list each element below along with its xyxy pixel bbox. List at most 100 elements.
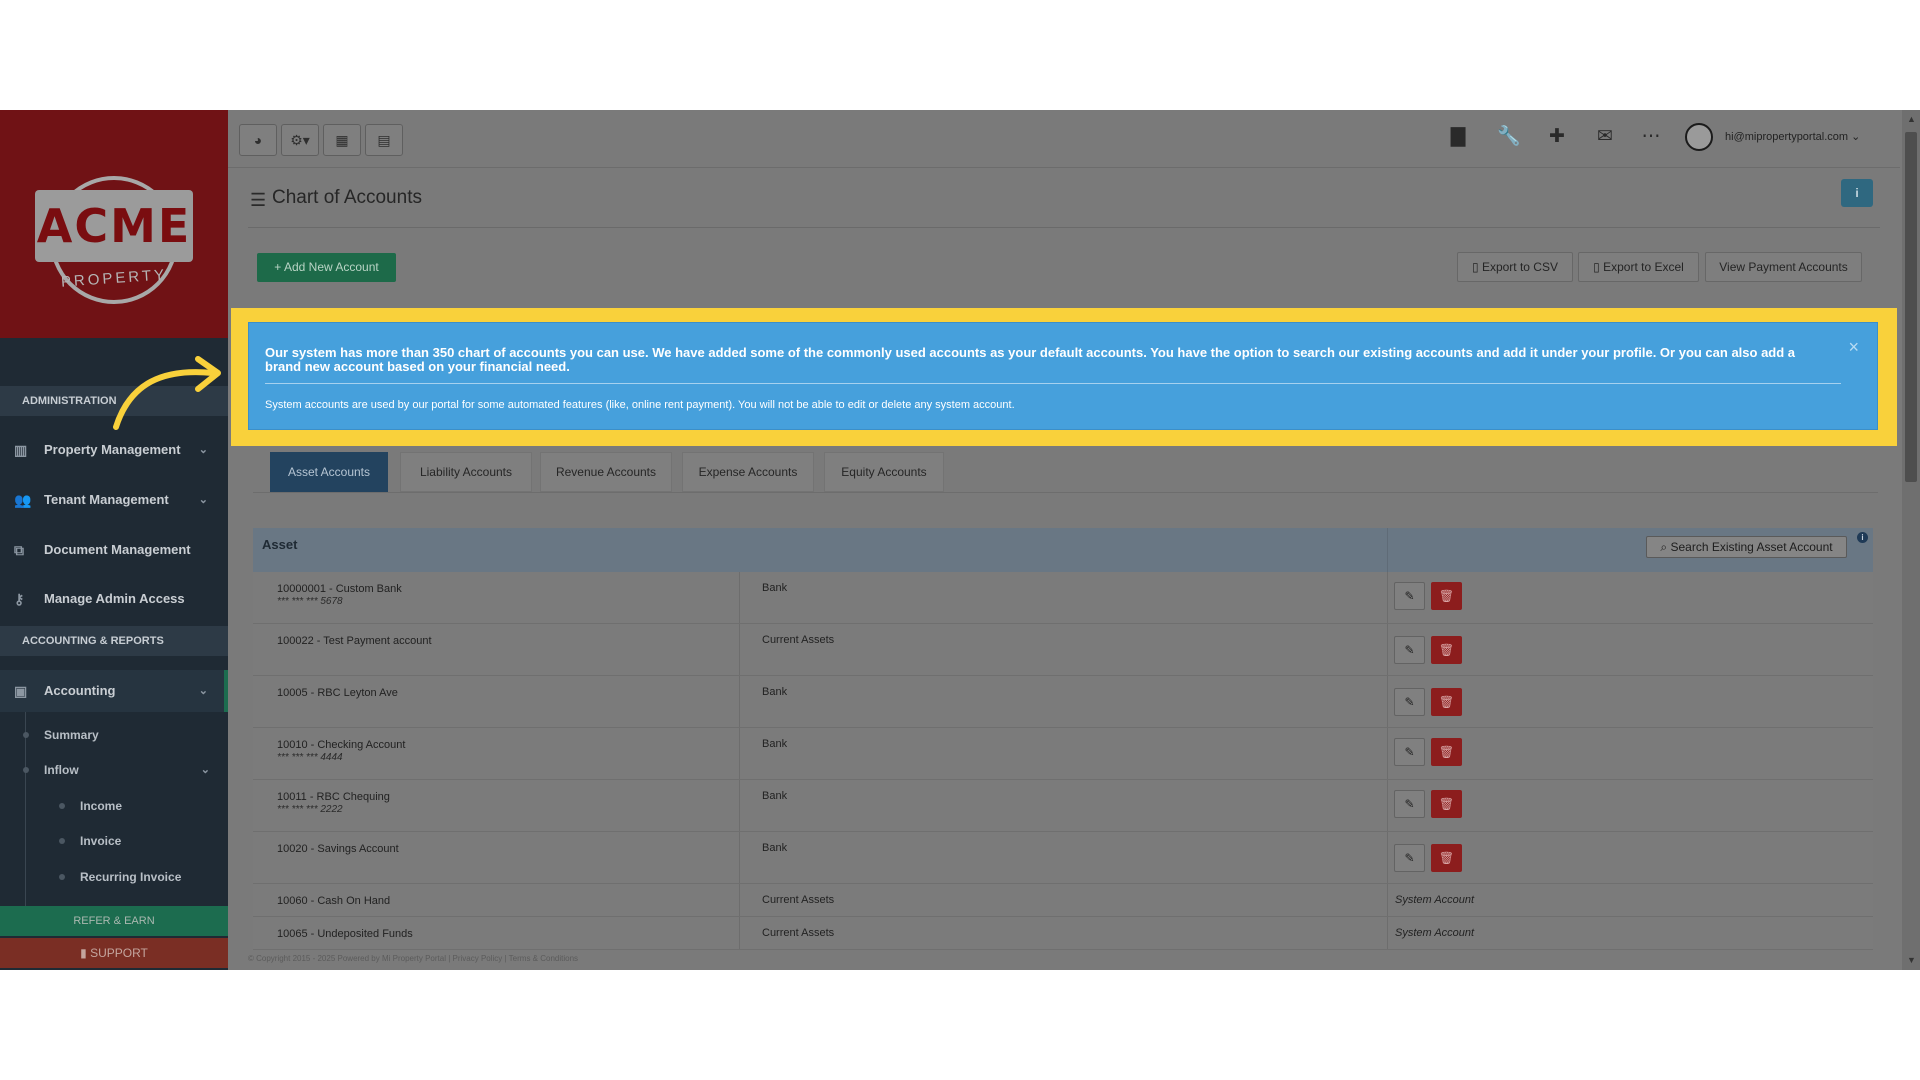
column-divider — [1387, 917, 1388, 949]
column-divider — [1387, 528, 1388, 572]
add-new-account-button[interactable]: + Add New Account — [257, 253, 396, 282]
info-button[interactable]: i — [1841, 179, 1873, 207]
pencil-icon: ✎ — [1404, 695, 1415, 709]
sidebar-subitem-summary[interactable]: Summary — [0, 718, 228, 752]
sidebar-subitem-invoice[interactable]: Invoice — [0, 824, 228, 858]
more-icon[interactable]: ⋯ — [1638, 124, 1664, 150]
money-icon: ▣ — [14, 683, 28, 699]
table-row: 10011 - RBC Chequing *** *** *** 2222 Ba… — [253, 780, 1873, 832]
reports-icon[interactable]: ▇ — [1445, 124, 1471, 150]
delete-button[interactable]: 🗑 — [1431, 790, 1462, 818]
plus-icon[interactable]: ✚ — [1544, 124, 1570, 150]
scroll-down-icon[interactable]: ▼ — [1907, 955, 1916, 965]
sidebar-item-property-management[interactable]: ▥ Property Management ⌄ — [0, 428, 228, 472]
tab-equity-accounts[interactable]: Equity Accounts — [824, 452, 944, 492]
sidebar-item-tenant-management[interactable]: 👥 Tenant Management ⌄ — [0, 478, 228, 522]
column-divider — [739, 728, 740, 779]
trash-icon: 🗑 — [1438, 589, 1455, 603]
table-row: 10065 - Undeposited Funds Current Assets… — [253, 917, 1873, 950]
scroll-up-icon[interactable]: ▲ — [1907, 114, 1916, 124]
section-accounting-reports: ACCOUNTING & REPORTS — [0, 626, 228, 656]
account-type: Bank — [762, 582, 788, 594]
system-account-label: System Account — [1395, 927, 1475, 939]
trash-icon: 🗑 — [1438, 745, 1455, 759]
sidebar-item-label: Property Management — [44, 442, 181, 457]
tab-asset-accounts[interactable]: Asset Accounts — [270, 452, 388, 492]
scrollbar-thumb[interactable] — [1905, 132, 1917, 482]
account-name: 10010 - Checking Account — [277, 739, 406, 751]
account-name: 10011 - RBC Chequing — [277, 791, 390, 803]
settings-button[interactable]: ⚙▾ — [281, 124, 319, 156]
pencil-icon: ✎ — [1404, 643, 1415, 657]
chevron-down-icon: ⌄ — [198, 444, 208, 456]
delete-button[interactable]: 🗑 — [1431, 582, 1462, 610]
close-icon[interactable]: × — [1848, 337, 1859, 358]
edit-button[interactable]: ✎ — [1394, 582, 1425, 610]
export-excel-button[interactable]: ▯ Export to Excel — [1578, 252, 1699, 282]
table-row: 10000001 - Custom Bank *** *** *** 5678 … — [253, 572, 1873, 624]
column-divider — [1387, 780, 1388, 831]
logo[interactable]: ACME PROPERTY — [0, 110, 228, 338]
account-type: Bank — [762, 738, 788, 750]
trash-icon: 🗑 — [1438, 797, 1455, 811]
arrow-pointer-icon — [113, 356, 221, 430]
sidebar-subitem-income[interactable]: Income — [0, 789, 228, 823]
calculator-button[interactable]: ▤ — [365, 124, 403, 156]
account-type: Current Assets — [762, 634, 835, 646]
edit-button[interactable]: ✎ — [1394, 738, 1425, 766]
table-header: Asset ⌕ Search Existing Asset Account i — [253, 528, 1873, 572]
wrench-icon[interactable]: 🔧 — [1496, 124, 1522, 150]
tab-liability-accounts[interactable]: Liability Accounts — [400, 452, 532, 492]
column-divider — [1387, 572, 1388, 623]
delete-button[interactable]: 🗑 — [1431, 844, 1462, 872]
page-title: Chart of Accounts — [272, 187, 422, 208]
column-divider — [1387, 728, 1388, 779]
search-existing-asset-button[interactable]: ⌕ Search Existing Asset Account — [1646, 536, 1847, 558]
avatar[interactable] — [1685, 123, 1713, 151]
edit-button[interactable]: ✎ — [1394, 688, 1425, 716]
user-menu[interactable]: hi@mipropertyportal.com ⌄ — [1725, 130, 1860, 143]
calendar-button[interactable]: ▦ — [323, 124, 361, 156]
chevron-down-icon: ⌄ — [198, 494, 208, 506]
tree-dot — [59, 838, 65, 844]
support-button[interactable]: ▮ SUPPORT — [0, 938, 228, 968]
sidebar-subitem-recurring-invoice[interactable]: Recurring Invoice — [0, 860, 228, 894]
delete-button[interactable]: 🗑 — [1431, 688, 1462, 716]
tab-revenue-accounts[interactable]: Revenue Accounts — [540, 452, 672, 492]
sidebar-subitem-inflow[interactable]: Inflow ⌄ — [0, 753, 228, 787]
account-name: 10020 - Savings Account — [277, 843, 399, 855]
sidebar-item-manage-admin-access[interactable]: ⚷ Manage Admin Access — [0, 577, 228, 621]
key-icon: ⚷ — [14, 591, 25, 607]
sidebar-item-document-management[interactable]: ⧉ Document Management — [0, 528, 228, 572]
edit-button[interactable]: ✎ — [1394, 790, 1425, 818]
refer-earn-button[interactable]: REFER & EARN — [0, 906, 228, 936]
export-csv-button[interactable]: ▯ Export to CSV — [1457, 252, 1573, 282]
edit-button[interactable]: ✎ — [1394, 636, 1425, 664]
file-icon: ▯ — [1472, 260, 1479, 274]
view-payment-accounts-button[interactable]: View Payment Accounts — [1705, 252, 1862, 282]
app-window: ACME PROPERTY ADMINISTRATION ▥ Property … — [0, 110, 1920, 970]
tree-dot — [23, 767, 29, 773]
table-row: 10010 - Checking Account *** *** *** 444… — [253, 728, 1873, 780]
scrollbar[interactable]: ▲ ▼ — [1902, 110, 1920, 970]
delete-button[interactable]: 🗑 — [1431, 636, 1462, 664]
mail-icon[interactable]: ✉ — [1592, 124, 1618, 150]
table-header-asset: Asset — [262, 537, 298, 552]
export-csv-label: Export to CSV — [1481, 260, 1558, 274]
table-row: 10005 - RBC Leyton Ave Bank ✎ 🗑 — [253, 676, 1873, 728]
user-email: hi@mipropertyportal.com — [1725, 131, 1849, 143]
info-icon[interactable]: i — [1857, 532, 1868, 543]
alert-main-text: Our system has more than 350 chart of ac… — [265, 345, 1796, 374]
dashboard-icon: ◕ — [253, 132, 263, 148]
dashboard-button[interactable]: ◕ — [239, 124, 277, 156]
tab-expense-accounts[interactable]: Expense Accounts — [682, 452, 814, 492]
edit-button[interactable]: ✎ — [1394, 844, 1425, 872]
delete-button[interactable]: 🗑 — [1431, 738, 1462, 766]
account-name: 10065 - Undeposited Funds — [277, 928, 413, 940]
title-divider — [248, 227, 1880, 228]
tree-dot — [23, 732, 29, 738]
sidebar-item-accounting[interactable]: ▣ Accounting ⌄ — [0, 669, 228, 713]
sidebar-subitem-label: Inflow — [44, 763, 79, 777]
sidebar-subitem-label: Income — [80, 799, 123, 813]
gear-icon: ⚙▾ — [290, 132, 310, 148]
